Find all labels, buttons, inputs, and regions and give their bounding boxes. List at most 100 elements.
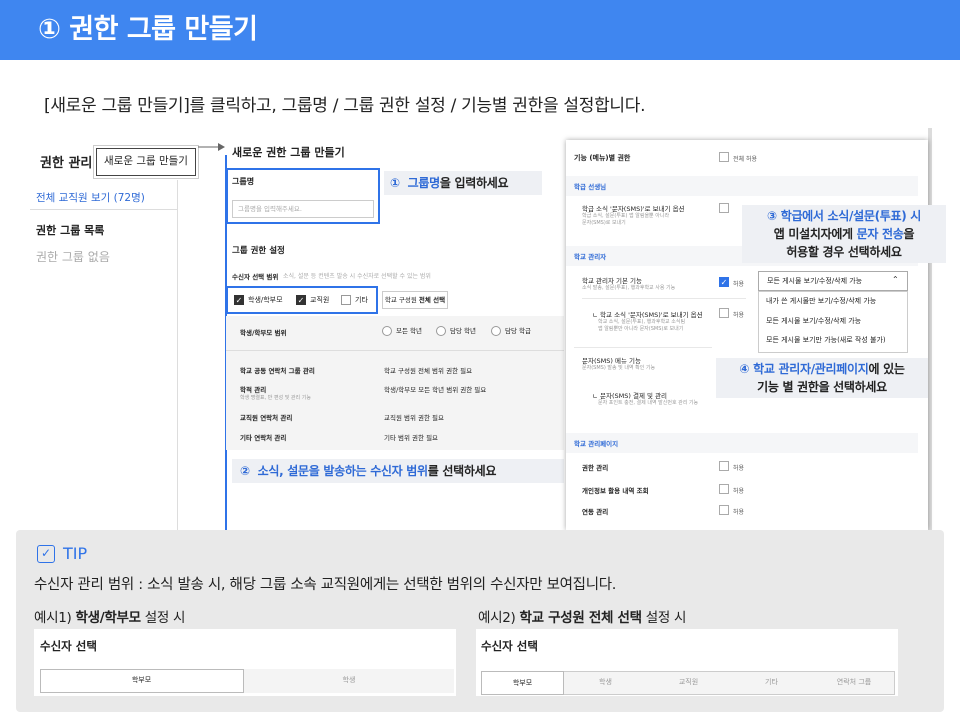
checkbox-label: 학생/학부모	[248, 296, 283, 304]
permission-management-title: 권한 관리	[40, 156, 93, 171]
post-permission-dropdown[interactable]: 모든 게시물 보기/수정/삭제 가능	[758, 271, 908, 291]
dropdown-option[interactable]: 모든 게시물 보기/수정/삭제 가능	[766, 316, 861, 326]
callout3-line2c: 을	[903, 227, 915, 241]
feature-permission-header: 기능 (메뉴)별 권한	[574, 154, 631, 162]
callout4-rest: 에 있는	[868, 362, 905, 376]
select-all-members-button[interactable]: 학교 구성원 전체 선택	[382, 291, 448, 309]
dropdown-option[interactable]: 모든 게시물 보기만 가능(새로 작성 불가)	[766, 335, 886, 345]
radio-label: 담당 학급	[505, 327, 531, 335]
example1-card-title: 수신자 선택	[40, 639, 97, 653]
callout1-highlight: 그룹명	[407, 176, 441, 190]
new-group-button[interactable]: 새로운 그룹 만들기	[93, 145, 199, 179]
select-all-prefix: 학교 구성원	[384, 296, 419, 304]
sms-menu-title: 문자(SMS) 메뉴 기능	[582, 357, 641, 365]
view-all-staff-link[interactable]: 전체 교직원 보기 (72명)	[36, 190, 145, 205]
checkbox-staff[interactable]: ✓	[296, 295, 306, 305]
admin-sms-checkbox[interactable]	[719, 308, 729, 318]
group-name-highlight-box	[226, 168, 380, 224]
callout3-line3: 허용할 경우 선택하세요	[786, 245, 902, 259]
no-group-text: 권한 그룹 없음	[36, 250, 110, 264]
section-admin-page	[566, 433, 918, 453]
teacher-sms-option-sub: 문자(SMS)로 보내기	[582, 220, 626, 226]
sms-menu-sub: 문자(SMS) 발송 및 내역 확인 기능	[582, 365, 656, 371]
scope-row-right: 학교 구성원 전체 범위 권한 필요	[384, 367, 473, 375]
admin-sms-sub: 앱 알림뿐만 아니라 문자(SMS)로 보내기	[598, 326, 684, 332]
section-teacher-label: 학급 선생님	[574, 183, 607, 191]
check-square-icon: ✓	[37, 545, 55, 563]
scope-row-left: 기타 연락처 관리	[240, 434, 287, 442]
panel-edge	[928, 128, 932, 530]
admin-page-checkbox[interactable]	[719, 484, 729, 494]
tab-student[interactable]: 학생	[564, 671, 647, 695]
radio-all-grades[interactable]	[382, 326, 392, 336]
callout3-line1: 학급에서 소식/설문(투표) 시	[780, 209, 922, 223]
checkbox-label: 기타	[355, 296, 368, 304]
example1-label: 예시1) 학생/학부모 설정 시	[34, 608, 185, 628]
select-all-bold: 전체 선택	[418, 296, 446, 304]
recipient-scope-label: 수신자 선택 범위	[232, 273, 279, 281]
callout2-number: ②	[240, 464, 250, 478]
tab-other[interactable]: 기타	[730, 671, 813, 695]
chevron-up-icon: ⌃	[892, 275, 899, 284]
teacher-sms-checkbox[interactable]	[719, 203, 729, 213]
sidebar-divider	[30, 209, 178, 210]
callout3-line2b: 문자 전송	[856, 227, 904, 241]
group-permission-title: 그룹 권한 설정	[232, 246, 285, 256]
callout2-rest: 를 선택하세요	[427, 464, 497, 478]
admin-sms-sub: 학교 소식, 설문(투표), 행과후학교 소식팀	[598, 319, 686, 325]
teacher-sms-option-title: 학급 소식 '문자(SMS)'로 보내기 옵션	[582, 205, 685, 213]
new-group-form-title: 새로운 권한 그룹 만들기	[232, 146, 345, 159]
checkbox-other[interactable]	[341, 295, 351, 305]
instruction-text: [새로운 그룹 만들기]를 클릭하고, 그룹명 / 그룹 권한 설정 / 기능별…	[44, 96, 646, 116]
callout4-number: ④	[739, 362, 750, 376]
example2-suffix: 설정 시	[641, 610, 687, 626]
dropdown-option[interactable]: 내가 쓴 게시물만 보기/수정/삭제 가능	[766, 296, 876, 306]
allow-label: 허용	[733, 281, 745, 288]
admin-basic-checkbox[interactable]: ✓	[719, 277, 729, 287]
tab-student[interactable]: 학생	[244, 669, 454, 693]
admin-page-checkbox[interactable]	[719, 461, 729, 471]
admin-sms-title: ㄴ 학교 소식 '문자(SMS)'로 보내기 옵션	[592, 311, 703, 319]
allow-label: 허용	[733, 509, 745, 516]
admin-page-checkbox[interactable]	[719, 505, 729, 515]
example2-prefix: 예시2)	[478, 610, 520, 626]
scope-divider	[226, 350, 564, 351]
scope-label: 학생/학부모 범위	[240, 329, 287, 337]
row-divider	[582, 298, 746, 299]
callout2-highlight: 소식, 설문을 발송하는 수신자 범위	[257, 464, 428, 478]
section-teacher	[566, 176, 918, 196]
tab-parent[interactable]: 학부모	[481, 671, 564, 695]
allow-label: 허용	[733, 312, 745, 319]
example1-suffix: 설정 시	[140, 610, 186, 626]
admin-basic-title: 학교 관리자 기본 기능	[582, 277, 643, 285]
teacher-sms-option-sub: 학급 소식, 설문(투표) 앱 알림을뿐 아니라	[582, 213, 670, 219]
scope-row-right: 학생/학부모 모든 학년 범위 권한 필요	[384, 386, 487, 394]
scope-row-left: 교직원 연락처 관리	[240, 414, 293, 422]
radio-label: 담당 학년	[450, 327, 476, 335]
admin-page-item: 연동 관리	[582, 508, 609, 516]
sms-pay-title: ㄴ 문자(SMS) 결제 및 관리	[592, 392, 668, 400]
tab-parent[interactable]: 학부모	[40, 669, 244, 693]
scope-row-right: 교직원 범위 권한 필요	[384, 414, 445, 422]
checkbox-label: 교직원	[310, 296, 330, 304]
radio-label: 모든 학년	[396, 327, 422, 335]
page-title: ① 권한 그룹 만들기	[38, 14, 258, 45]
allow-label: 허용	[733, 488, 745, 495]
admin-page-item: 개인정보 활용 내역 조회	[582, 487, 649, 495]
scope-row-sub: 학생 명렬표, 반 편성 및 관리 기능	[240, 395, 311, 401]
radio-my-grade[interactable]	[436, 326, 446, 336]
allow-all-checkbox[interactable]	[719, 152, 729, 162]
example2-bold: 학교 구성원 전체 선택	[519, 610, 643, 626]
tab-contact-group[interactable]: 연락처 그룹	[813, 671, 895, 695]
callout-recipient-scope: ② 소식, 설문을 발송하는 수신자 범위를 선택하세요	[232, 459, 564, 483]
callout1-number: ①	[390, 176, 400, 190]
tip-label: TIP	[63, 544, 88, 563]
example2-label: 예시2) 학교 구성원 전체 선택 설정 시	[478, 608, 686, 628]
admin-page-item: 권한 관리	[582, 464, 609, 472]
checkbox-student-parent[interactable]: ✓	[234, 295, 244, 305]
recipient-scope-desc: 소식, 설문 등 컨텐츠 발송 시 수신자로 선택할 수 있는 범위	[283, 273, 431, 280]
radio-my-class[interactable]	[491, 326, 501, 336]
scope-row-right: 기타 범위 권한 필요	[384, 434, 439, 442]
tab-staff[interactable]: 교직원	[647, 671, 730, 695]
section-admin-label: 학교 관리자	[574, 253, 607, 261]
